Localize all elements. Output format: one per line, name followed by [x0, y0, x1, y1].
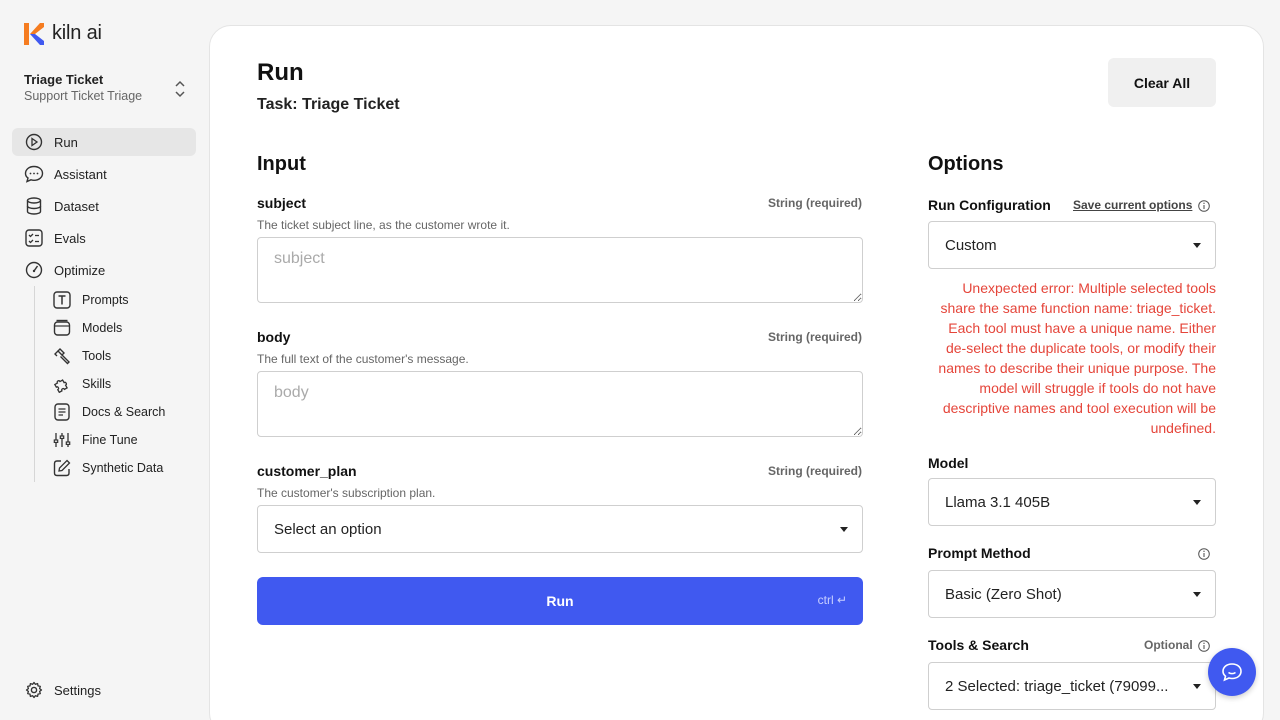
sidebar: kiln ai Triage Ticket Support Ticket Tri…	[0, 0, 208, 720]
tools-select[interactable]: 2 Selected: triage_ticket (79099...	[928, 662, 1216, 710]
play-circle-icon	[24, 132, 44, 152]
sidebar-item-label: Prompts	[82, 293, 129, 307]
database-icon	[24, 196, 44, 216]
run-button[interactable]: Run ctrl ↵	[257, 577, 863, 625]
sidebar-item-label: Evals	[54, 230, 86, 246]
prompt-method-label: Prompt Method	[928, 545, 1031, 561]
caret-down-icon	[1193, 243, 1201, 248]
sidebar-item-label: Run	[54, 134, 78, 150]
sidebar-item-synthetic-data[interactable]: Synthetic Data	[52, 454, 196, 482]
field-type-body: String (required)	[767, 330, 862, 344]
run-config-label: Run Configuration	[928, 197, 1051, 213]
sidebar-item-label: Dataset	[54, 198, 99, 214]
models-icon	[52, 318, 72, 338]
field-desc-subject: The ticket subject line, as the customer…	[257, 218, 510, 232]
sidebar-item-tools[interactable]: Tools	[52, 342, 196, 370]
sidebar-item-skills[interactable]: Skills	[52, 370, 196, 398]
field-label-body: body	[257, 329, 291, 345]
sidebar-item-run[interactable]: Run	[12, 128, 196, 156]
info-icon[interactable]	[1198, 200, 1210, 212]
app-name: kiln ai	[52, 22, 102, 44]
sidebar-item-label: Tools	[82, 349, 112, 363]
options-heading: Options	[928, 153, 1004, 175]
gauge-icon	[24, 260, 44, 280]
project-subtitle: Support Ticket Triage	[24, 89, 143, 103]
sidebar-item-label: Synthetic Data	[82, 461, 164, 475]
field-desc-customer-plan: The customer's subscription plan.	[257, 486, 436, 500]
sidebar-item-label: Assistant	[54, 166, 107, 182]
select-value: Llama 3.1 405B	[945, 493, 1051, 511]
model-label: Model	[928, 455, 969, 471]
sidebar-item-label: Fine Tune	[82, 433, 138, 447]
field-label-customer-plan: customer_plan	[257, 463, 357, 479]
select-value: 2 Selected: triage_ticket (79099...	[945, 677, 1169, 695]
app-logo[interactable]: kiln ai	[24, 22, 102, 45]
info-icon[interactable]	[1198, 548, 1210, 560]
pencil-box-icon	[52, 458, 72, 478]
info-icon[interactable]	[1198, 640, 1210, 652]
sidebar-item-dataset[interactable]: Dataset	[12, 192, 196, 220]
caret-down-icon	[1193, 592, 1201, 597]
hammer-icon	[52, 346, 72, 366]
prompt-method-select[interactable]: Basic (Zero Shot)	[928, 570, 1216, 618]
project-switcher[interactable]: Triage Ticket Support Ticket Triage	[24, 72, 188, 103]
body-input[interactable]	[257, 371, 863, 437]
sidebar-item-label: Settings	[54, 682, 101, 698]
field-desc-body: The full text of the customer's message.	[257, 352, 469, 366]
sidebar-item-label: Optimize	[54, 262, 106, 278]
gear-icon	[24, 680, 44, 700]
chat-support-button[interactable]	[1208, 648, 1256, 696]
chat-bubble-icon	[1222, 663, 1242, 682]
field-type-subject: String (required)	[767, 196, 862, 210]
model-select[interactable]: Llama 3.1 405B	[928, 478, 1216, 526]
run-button-label: Run	[546, 593, 574, 609]
sidebar-item-evals[interactable]: Evals	[12, 224, 196, 252]
error-message: Unexpected error: Multiple selected tool…	[938, 280, 1216, 436]
sidebar-item-assistant[interactable]: Assistant	[12, 160, 196, 188]
select-value: Custom	[945, 236, 997, 254]
keyboard-shortcut-hint: ctrl ↵	[817, 593, 847, 607]
select-value: Basic (Zero Shot)	[945, 585, 1062, 603]
sidebar-item-optimize[interactable]: Optimize	[12, 256, 196, 284]
run-config-select[interactable]: Custom	[928, 221, 1216, 269]
sidebar-item-prompts[interactable]: Prompts	[52, 286, 196, 314]
sidebar-item-settings[interactable]: Settings	[12, 676, 196, 704]
sidebar-item-label: Skills	[82, 377, 112, 391]
chat-bubble-icon	[24, 164, 44, 184]
page-subtitle: Task: Triage Ticket	[257, 96, 400, 113]
document-icon	[52, 402, 72, 422]
main-panel: Run Task: Triage Ticket Clear All Input …	[209, 25, 1264, 720]
sidebar-item-fine-tune[interactable]: Fine Tune	[52, 426, 196, 454]
input-heading: Input	[257, 153, 306, 175]
sidebar-item-label: Models	[82, 321, 123, 335]
select-value: Select an option	[274, 520, 382, 538]
tools-search-label: Tools & Search	[928, 637, 1029, 653]
save-current-options-link[interactable]: Save current options	[1073, 198, 1192, 212]
chevron-up-down-icon	[175, 80, 185, 98]
main-nav: Run Assistant Dataset Evals Optimize Pro…	[12, 128, 196, 482]
sidebar-item-models[interactable]: Models	[52, 314, 196, 342]
sliders-icon	[52, 430, 72, 450]
sidebar-item-label: Docs & Search	[82, 405, 166, 419]
text-box-icon	[52, 290, 72, 310]
optional-tag: Optional	[1144, 638, 1193, 652]
caret-down-icon	[1193, 684, 1201, 689]
project-title: Triage Ticket	[24, 72, 104, 87]
field-type-customer-plan: String (required)	[767, 464, 862, 478]
clear-all-button[interactable]: Clear All	[1108, 58, 1216, 107]
optimize-subnav: Prompts Models Tools Skills Docs & Searc…	[34, 286, 196, 482]
settings-nav: Settings	[12, 676, 196, 708]
checklist-icon	[24, 228, 44, 248]
puzzle-icon	[52, 374, 72, 394]
field-label-subject: subject	[257, 195, 307, 211]
kiln-logo-icon	[24, 22, 44, 45]
subject-input[interactable]	[257, 237, 863, 303]
customer-plan-select[interactable]: Select an option	[257, 505, 863, 553]
sidebar-item-docs-search[interactable]: Docs & Search	[52, 398, 196, 426]
caret-down-icon	[1193, 500, 1201, 505]
caret-down-icon	[840, 527, 848, 532]
page-title: Run	[257, 59, 304, 86]
